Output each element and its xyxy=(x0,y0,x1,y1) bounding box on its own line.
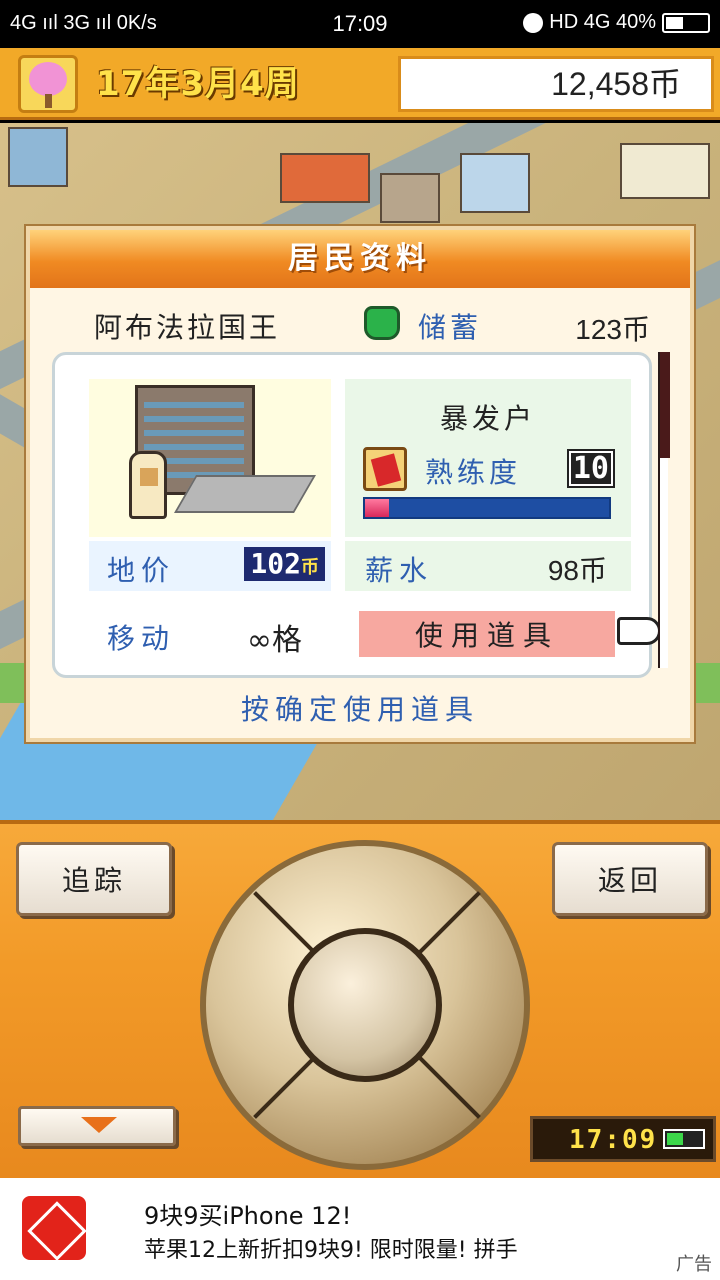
resident-header-row: 阿布法拉国王 储蓄 123币 xyxy=(30,302,690,350)
game-controller: 追踪 返回 17:09 xyxy=(0,820,720,1178)
status-right: HD 4G 40% xyxy=(523,11,710,34)
land-price-number: 102 xyxy=(250,547,301,580)
system-status-bar: 4G ııl 3G ııl 0K/s 17:09 HD 4G 40% xyxy=(0,0,720,48)
move-value: ∞格 xyxy=(247,623,302,658)
clock-time: 17:09 xyxy=(569,1125,658,1155)
building-floor-sprite xyxy=(174,475,316,513)
ad-banner[interactable]: 9块9买iPhone 12! 苹果12上新折扣9块9! 限时限量! 拼手 广告 xyxy=(0,1178,720,1280)
land-price-unit: 币 xyxy=(301,557,319,578)
status-right-text: HD 4G 40% xyxy=(549,11,656,33)
salary-label: 薪水 xyxy=(365,554,434,587)
move-label: 移动 xyxy=(107,622,176,655)
season-tree-icon[interactable] xyxy=(18,55,78,113)
ad-title[interactable]: 9块9买iPhone 12! xyxy=(144,1196,351,1231)
map-building xyxy=(620,143,710,199)
alarm-icon xyxy=(523,12,544,33)
land-price-value: 102币 xyxy=(244,547,325,581)
scrollbar-thumb[interactable] xyxy=(660,352,670,458)
resident-detail-card: 暴发户 熟练度 10 地价 102币 薪水 98币 移动 ∞格 使用道具 xyxy=(52,352,661,678)
directional-pad[interactable] xyxy=(200,840,530,1170)
skill-label: 熟练度 xyxy=(425,456,522,489)
use-item-button[interactable]: 使用道具 xyxy=(359,611,615,657)
back-button[interactable]: 返回 xyxy=(552,842,708,916)
land-price-label: 地价 xyxy=(107,554,176,587)
game-top-bar: 17年3月4周 12,458币 xyxy=(0,48,720,120)
panel-hint: 按确定使用道具 xyxy=(240,693,479,726)
king-sprite xyxy=(129,451,167,519)
land-price-box: 地价 102币 xyxy=(89,541,331,591)
savings-value: 123币 xyxy=(575,314,650,345)
game-date: 17年3月4周 xyxy=(96,64,300,104)
map-building xyxy=(8,127,68,187)
collapse-menu-button[interactable] xyxy=(18,1106,176,1146)
skill-level: 10 xyxy=(566,449,615,488)
game-clock: 17:09 xyxy=(530,1116,716,1162)
panel-title: 居民资料 xyxy=(288,241,432,276)
map-building xyxy=(380,173,440,223)
map-building xyxy=(460,153,530,213)
ad-description[interactable]: 苹果12上新折扣9块9! 限时限量! 拼手 xyxy=(144,1232,518,1264)
battery-icon xyxy=(662,12,710,33)
map-building xyxy=(280,153,370,203)
track-button[interactable]: 追踪 xyxy=(16,842,172,916)
confirm-button[interactable] xyxy=(288,928,442,1082)
salary-value: 98币 xyxy=(547,555,607,586)
ad-label: 广告 xyxy=(676,1254,712,1274)
panel-title-bar: 居民资料 xyxy=(30,230,690,288)
money-bag-icon xyxy=(364,306,400,340)
occupation-box: 暴发户 熟练度 10 xyxy=(345,379,631,537)
skill-progress-fill xyxy=(365,499,390,517)
money-display: 12,458币 xyxy=(398,56,714,112)
salary-box: 薪水 98币 xyxy=(345,541,631,591)
panel-scrollbar[interactable] xyxy=(658,352,670,668)
skill-book-icon xyxy=(363,447,407,491)
resident-portrait xyxy=(89,379,331,537)
occupation-title: 暴发户 xyxy=(439,402,536,435)
skill-progress-bar xyxy=(363,497,611,519)
resident-info-panel: 居民资料 阿布法拉国王 储蓄 123币 暴发户 熟练度 10 地价 102币 薪… xyxy=(26,226,694,742)
resident-name: 阿布法拉国王 xyxy=(94,311,281,344)
pinduoduo-app-icon[interactable] xyxy=(22,1196,86,1260)
savings-label: 储蓄 xyxy=(418,311,483,344)
battery-icon xyxy=(663,1129,705,1149)
pointing-hand-icon xyxy=(617,617,661,645)
